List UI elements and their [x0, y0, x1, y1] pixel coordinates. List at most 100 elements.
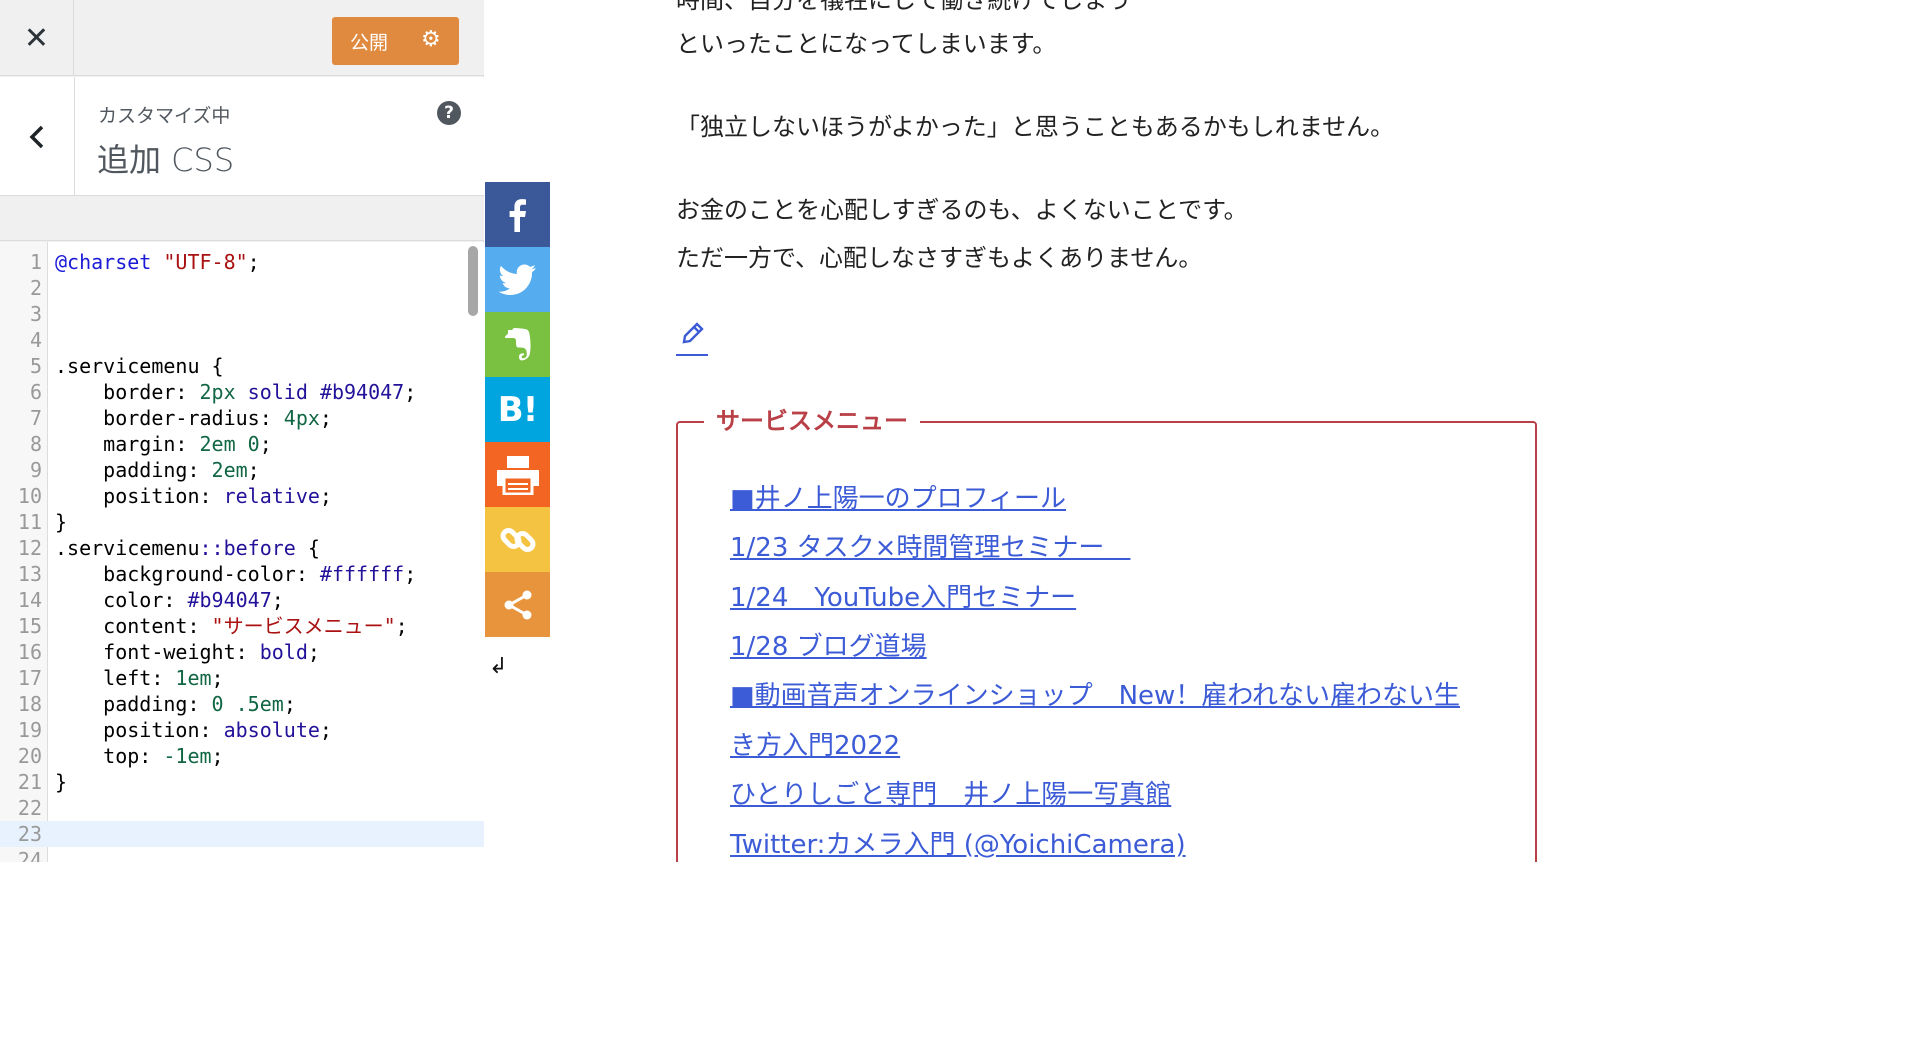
code-line[interactable]: 23 — [0, 821, 484, 847]
editor-scrollbar[interactable] — [468, 246, 478, 316]
code-text: content: "サービスメニュー"; — [55, 614, 408, 638]
close-icon: ✕ — [23, 20, 50, 56]
line-number: 11 — [17, 510, 42, 534]
pencil-icon — [682, 322, 704, 344]
printer-icon — [496, 455, 540, 495]
menu-link-online-shop[interactable]: ■動画音声オンラインショップ New！雇われない雇わない生 — [730, 678, 1460, 714]
code-text: position: absolute; — [55, 718, 332, 742]
line-number: 2 — [29, 276, 42, 300]
share-button-hatena[interactable]: B! — [485, 377, 550, 442]
line-number: 14 — [17, 588, 42, 612]
code-line[interactable]: 18 padding: 0 .5em; — [0, 691, 484, 717]
article-paragraph: ただ一方で、心配しなさすぎもよくありません。 — [676, 244, 1203, 272]
code-text: top: -1em; — [55, 744, 224, 768]
code-line[interactable]: 8 margin: 2em 0; — [0, 431, 484, 457]
editor-toolbar — [0, 197, 484, 241]
article-paragraph: お金のことを心配しすぎるのも、よくないことです。 — [676, 196, 1248, 224]
code-line[interactable]: 9 padding: 2em; — [0, 457, 484, 483]
line-number: 7 — [29, 406, 42, 430]
help-icon[interactable]: ? — [437, 101, 461, 125]
share-button-facebook[interactable] — [485, 182, 550, 247]
line-number: 23 — [17, 822, 42, 846]
customizing-label: カスタマイズ中 — [98, 105, 231, 127]
line-number: 9 — [29, 458, 42, 482]
publish-button[interactable]: 公開 ⚙ — [332, 17, 459, 65]
share-button-share[interactable] — [485, 572, 550, 637]
twitter-icon — [498, 264, 537, 296]
code-line[interactable]: 20 top: -1em; — [0, 743, 484, 769]
menu-link-youtube-seminar[interactable]: 1/24 YouTube入門セミナー — [730, 580, 1076, 616]
line-number: 1 — [29, 250, 42, 274]
code-text: padding: 2em; — [55, 458, 260, 482]
line-number: 4 — [29, 328, 42, 352]
code-text: color: #b94047; — [55, 588, 284, 612]
back-button[interactable] — [0, 77, 75, 196]
share-bar: B! — [485, 182, 550, 637]
code-line[interactable]: 5 .servicemenu { — [0, 353, 484, 379]
code-text: } — [55, 770, 68, 794]
code-line[interactable]: 19 position: absolute; — [0, 717, 484, 743]
code-line[interactable]: 1 @charset "UTF-8"; — [0, 249, 484, 275]
code-line[interactable]: 4 — [0, 327, 484, 353]
share-button-link[interactable] — [485, 507, 550, 572]
menu-link-online-shop-cont[interactable]: き方入門2022 — [730, 728, 900, 764]
line-number: 3 — [29, 302, 42, 326]
code-line[interactable]: 10 position: relative; — [0, 483, 484, 509]
share-toggle-arrow-icon[interactable]: ↲ — [489, 654, 507, 679]
code-text: .servicemenu { — [55, 354, 224, 378]
gear-icon[interactable]: ⚙ — [421, 28, 441, 52]
line-number: 10 — [17, 484, 42, 508]
service-menu-title: サービスメニュー — [704, 402, 920, 440]
line-number: 13 — [17, 562, 42, 586]
code-text: .servicemenu::before { — [55, 536, 320, 560]
code-line[interactable]: 16 font-weight: bold; — [0, 639, 484, 665]
close-button[interactable]: ✕ — [0, 0, 74, 76]
code-text: position: relative; — [55, 484, 332, 508]
section-header: カスタマイズ中 追加 CSS ? — [0, 77, 484, 196]
code-text: } — [55, 510, 68, 534]
css-code-editor[interactable]: 1 @charset "UTF-8"; 2 3 4 5 .servicemenu {6 bo… — [0, 242, 484, 862]
code-line[interactable]: 3 — [0, 301, 484, 327]
code-text: @charset "UTF-8"; — [55, 250, 260, 274]
code-text: padding: 0 .5em; — [55, 692, 296, 716]
code-text: border: 2px solid #b94047; — [55, 380, 417, 404]
share-button-twitter[interactable] — [485, 247, 550, 312]
preview-content: 時間、自分を犠牲にして働き続けてしまう といったことになってしまいます。 「独立… — [550, 0, 1568, 862]
line-number: 18 — [17, 692, 42, 716]
code-line[interactable]: 22 — [0, 795, 484, 821]
code-line[interactable]: 11} — [0, 509, 484, 535]
line-number: 24 — [17, 848, 42, 862]
share-button-print[interactable] — [485, 442, 550, 507]
code-line[interactable]: 17 left: 1em; — [0, 665, 484, 691]
link-icon — [500, 522, 536, 558]
line-number: 22 — [17, 796, 42, 820]
menu-link-task-seminar[interactable]: 1/23 タスク×時間管理セミナー — [730, 530, 1130, 566]
evernote-icon — [502, 327, 534, 363]
section-title: 追加 CSS — [97, 141, 235, 179]
code-line[interactable]: 15 content: "サービスメニュー"; — [0, 613, 484, 639]
code-text: margin: 2em 0; — [55, 432, 272, 456]
code-line[interactable]: 24 — [0, 847, 484, 862]
menu-link-profile[interactable]: ■井ノ上陽一のプロフィール — [730, 481, 1066, 517]
code-text: font-weight: bold; — [55, 640, 320, 664]
code-line[interactable]: 7 border-radius: 4px; — [0, 405, 484, 431]
customizer-panel: ✕ 公開 ⚙ カスタマイズ中 追加 CSS ? 1 @charset "UTF-8… — [0, 0, 484, 862]
code-line[interactable]: 13 background-color: #ffffff; — [0, 561, 484, 587]
code-line[interactable]: 2 — [0, 275, 484, 301]
menu-link-blog-dojo[interactable]: 1/28 ブログ道場 — [730, 629, 927, 665]
code-line[interactable]: 21} — [0, 769, 484, 795]
line-number: 20 — [17, 744, 42, 768]
share-button-evernote[interactable] — [485, 312, 550, 377]
menu-link-photo-studio[interactable]: ひとりしごと専門 井ノ上陽一写真館 — [730, 777, 1171, 813]
code-line[interactable]: 12 .servicemenu::before { — [0, 535, 484, 561]
edit-link[interactable] — [676, 318, 708, 356]
line-number: 17 — [17, 666, 42, 690]
line-number: 16 — [17, 640, 42, 664]
line-number: 8 — [29, 432, 42, 456]
publish-label: 公開 — [350, 32, 389, 54]
code-line[interactable]: 6 border: 2px solid #b94047; — [0, 379, 484, 405]
menu-link-twitter-camera[interactable]: Twitter:カメラ入門 (@YoichiCamera) — [730, 827, 1186, 862]
customizer-header: ✕ 公開 ⚙ — [0, 0, 484, 76]
code-line[interactable]: 14 color: #b94047; — [0, 587, 484, 613]
share-icon — [503, 590, 533, 620]
